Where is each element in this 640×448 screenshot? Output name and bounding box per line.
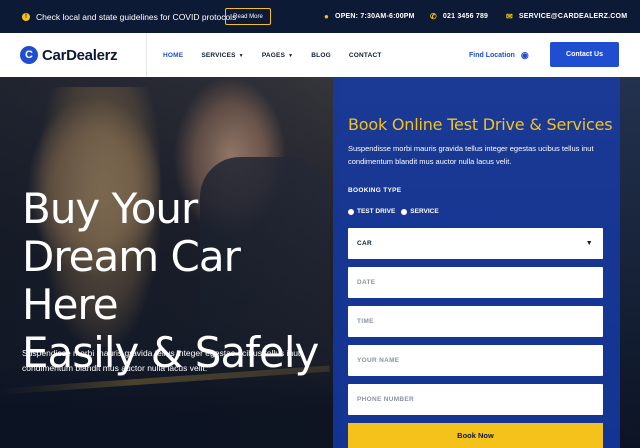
radio-service[interactable]: SERVICE <box>401 208 439 215</box>
email-contact[interactable]: ✉ SERVICE@CARDEALERZ.COM <box>506 0 627 33</box>
radio-circle-icon <box>401 208 408 215</box>
main-navigation: C CarDealerz HOME SERVICES ▼ PAGES ▼ BLOG … <box>0 33 640 77</box>
opening-hours-text: OPEN: 7:30AM-6:00PM <box>335 13 415 20</box>
top-bar: ! Check local and state guidelines for C… <box>0 0 640 33</box>
booking-panel-edge <box>620 77 640 448</box>
nav-item-services-label: SERVICES <box>201 51 236 59</box>
booking-type-options: TEST DRIVE SERVICE <box>348 208 439 215</box>
booking-type-label: BOOKING TYPE <box>348 187 402 194</box>
name-field[interactable]: YOUR NAME <box>348 345 603 376</box>
date-placeholder: DATE <box>357 279 376 286</box>
booking-description: Suspendisse morbi mauris gravida tellus … <box>348 144 594 166</box>
time-field[interactable]: TIME <box>348 306 603 337</box>
date-field[interactable]: DATE <box>348 267 603 298</box>
chevron-down-icon: ▼ <box>288 52 294 59</box>
nav-item-blog[interactable]: BLOG <box>311 52 331 59</box>
radio-service-label: SERVICE <box>410 208 439 215</box>
booking-title: Book Online Test Drive & Services <box>348 115 613 134</box>
envelope-icon: ✉ <box>506 12 513 21</box>
find-location-text: Find Location <box>469 51 515 59</box>
nav-item-contact[interactable]: CONTACT <box>349 52 382 59</box>
radio-circle-icon <box>348 208 354 215</box>
radio-test-drive-label: TEST DRIVE <box>357 208 396 215</box>
car-select[interactable]: CAR ▼ <box>348 228 603 259</box>
nav-item-pages[interactable]: PAGES ▼ <box>262 52 293 59</box>
nav-item-services[interactable]: SERVICES ▼ <box>201 52 244 59</box>
time-placeholder: TIME <box>357 318 374 325</box>
opening-hours: ● OPEN: 7:30AM-6:00PM <box>324 0 415 33</box>
book-now-button[interactable]: Book Now <box>348 423 603 448</box>
email-text: SERVICE@CARDEALERZ.COM <box>518 13 628 20</box>
car-select-value: CAR <box>357 240 372 247</box>
nav-divider <box>146 33 147 77</box>
covid-notice-text: Check local and state guidelines for COV… <box>36 11 237 22</box>
map-pin-icon: ◉ <box>520 49 529 60</box>
radio-test-drive[interactable]: TEST DRIVE <box>348 208 395 215</box>
clock-icon: ● <box>324 12 330 21</box>
phone-contact[interactable]: ✆ 021 3456 789 <box>430 0 488 33</box>
chevron-down-icon: ▼ <box>238 52 244 59</box>
info-icon: ! <box>22 12 30 21</box>
caret-down-icon: ▼ <box>585 240 593 247</box>
hero-title-line-1: Buy Your <box>22 184 198 233</box>
site-logo[interactable]: C CarDealerz <box>20 33 118 77</box>
nav-item-pages-label: PAGES <box>261 51 286 59</box>
nav-item-home[interactable]: HOME <box>163 52 183 59</box>
contact-us-button[interactable]: Contact Us <box>550 42 619 67</box>
name-placeholder: YOUR NAME <box>357 357 400 364</box>
hero-description: Suspendisse morbi mauris gravida tellus … <box>22 348 301 373</box>
nav-menu: HOME SERVICES ▼ PAGES ▼ BLOG CONTACT <box>163 33 382 77</box>
phone-text: 021 3456 789 <box>442 13 489 20</box>
find-location-link[interactable]: Find Location ◉ <box>469 33 529 77</box>
covid-notice: ! Check local and state guidelines for C… <box>22 0 236 33</box>
phone-placeholder: PHONE NUMBER <box>357 396 415 403</box>
logo-text: CarDealerz <box>42 46 118 64</box>
logo-mark-icon: C <box>20 46 38 64</box>
read-more-button[interactable]: Read More <box>225 8 271 25</box>
hero-title-line-2: Dream Car Here <box>22 232 241 329</box>
phone-field[interactable]: PHONE NUMBER <box>348 384 603 415</box>
phone-icon: ✆ <box>430 12 437 21</box>
